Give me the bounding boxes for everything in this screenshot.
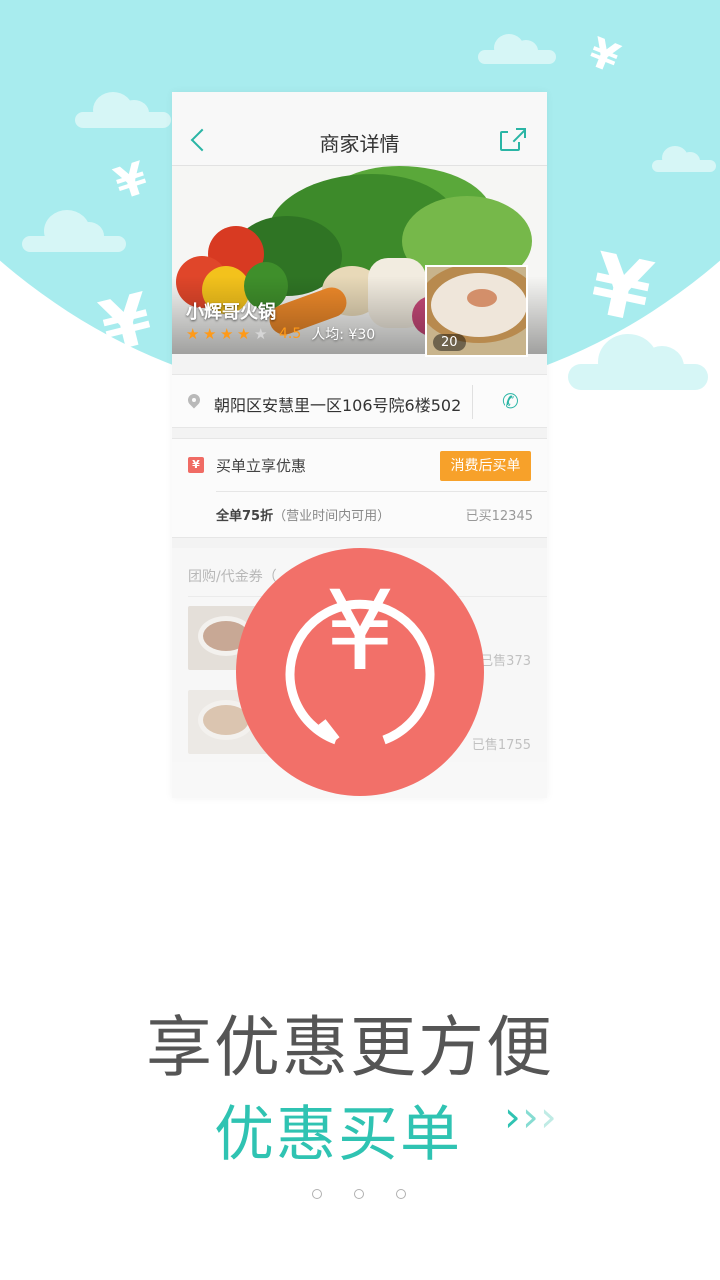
divider — [216, 491, 547, 492]
page-title: 商家详情 — [319, 132, 400, 156]
shop-rating: ★ ★ ★ ★ ★ 4.5 人均: ¥30 — [186, 324, 375, 344]
chevron-right-icon: › — [522, 1092, 539, 1141]
yen-badge-icon: ¥ — [188, 457, 204, 473]
subline-text: 优惠买单 — [214, 1100, 462, 1170]
nav-bar: 商家详情 — [172, 92, 547, 166]
location-pin-icon — [188, 394, 200, 410]
chevron-right-icon: › — [540, 1092, 557, 1141]
headline-text: 享优惠更方便 — [146, 1009, 554, 1086]
star-icon: ★ — [220, 325, 234, 343]
pay-offer-title: 买单立享优惠 — [216, 457, 307, 475]
cloud-decoration — [568, 334, 708, 390]
deal-sold-count: 已售373 — [480, 654, 531, 669]
star-icon: ★ — [254, 325, 268, 343]
shop-name: 小辉哥火锅 — [186, 302, 276, 323]
pay-after-consume-button[interactable]: 消费后买单 — [440, 451, 531, 481]
photo-count: 20 — [433, 334, 466, 351]
address-row[interactable]: 朝阳区安慧里一区106号院6楼502 ✆ — [172, 374, 547, 428]
star-icon: ★ — [237, 325, 251, 343]
yen-coin-icon: ¥ — [236, 548, 484, 796]
page-dot[interactable] — [396, 1189, 406, 1199]
chevron-right-icon: › — [504, 1092, 521, 1141]
pay-offer-section: ¥ 买单立享优惠 消费后买单 全单75折（营业时间内可用） 已买12345 — [172, 438, 547, 538]
cloud-decoration — [478, 34, 556, 64]
discount-note: （营业时间内可用） — [273, 509, 391, 524]
page-dot[interactable] — [354, 1189, 364, 1199]
cloud-decoration — [652, 146, 716, 172]
average-price: 人均: ¥30 — [311, 327, 376, 343]
rating-score: 4.5 — [279, 326, 302, 342]
cloud-decoration — [22, 210, 126, 252]
pay-sold-count: 已买12345 — [465, 509, 533, 524]
deal-sold-count: 已售1755 — [471, 738, 531, 753]
star-icon: ★ — [203, 325, 217, 343]
page-indicator — [312, 1189, 438, 1199]
shop-photo-thumbnail[interactable]: 20 — [425, 265, 528, 357]
divider — [472, 385, 473, 419]
phone-call-icon[interactable]: ✆ — [502, 390, 519, 412]
cloud-decoration — [75, 92, 171, 128]
page-dot[interactable] — [312, 1189, 322, 1199]
discount-text: 全单75折 — [216, 509, 274, 524]
star-icon: ★ — [186, 325, 200, 343]
shop-address: 朝阳区安慧里一区106号院6楼502 — [214, 396, 462, 415]
pay-offer-description: 全单75折（营业时间内可用） — [216, 505, 390, 524]
yen-symbol: ¥ — [325, 567, 395, 695]
share-icon[interactable] — [500, 128, 526, 152]
